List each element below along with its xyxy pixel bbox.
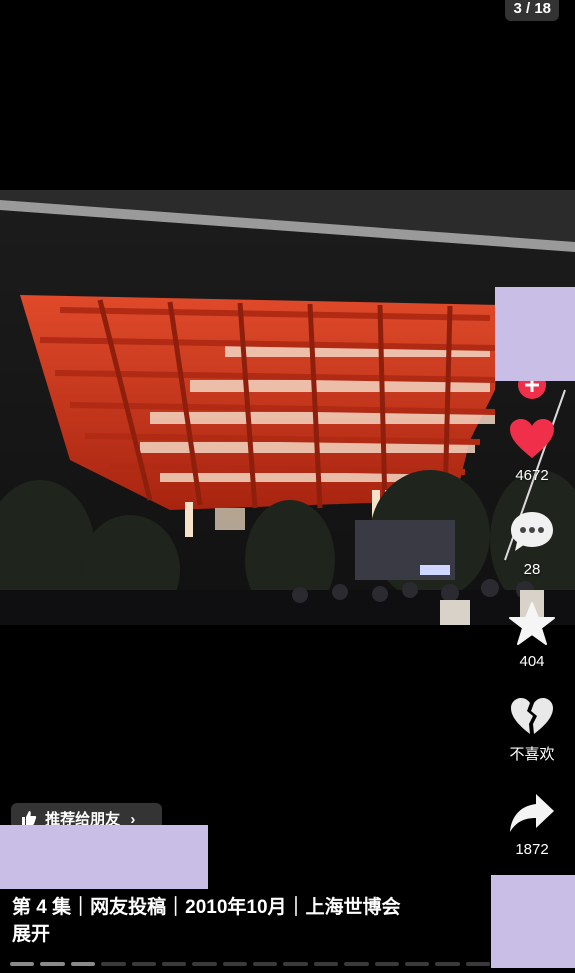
progress-segment: [253, 962, 278, 966]
favorite-button[interactable]: 404: [497, 602, 567, 670]
star-icon: [509, 602, 555, 645]
redaction-mask-left: [0, 825, 208, 889]
image-progress-indicator: [10, 962, 490, 966]
page-counter: 3 / 18: [505, 0, 559, 21]
comment-count: 28: [523, 561, 541, 578]
china-pavilion-night-image: [0, 190, 575, 625]
share-arrow-icon: [510, 794, 554, 832]
favorite-count: 404: [519, 653, 545, 670]
progress-segment: [283, 962, 308, 966]
progress-segment: [131, 962, 156, 966]
progress-segment: [222, 962, 247, 966]
progress-segment: [10, 962, 35, 966]
post-photo[interactable]: [0, 190, 575, 625]
progress-segment: [161, 962, 187, 966]
thumbs-up-icon: [22, 811, 37, 825]
progress-segment: [344, 962, 369, 966]
progress-segment: [465, 962, 490, 966]
comment-bubble-icon: [511, 512, 553, 551]
caption-text: 第 4 集｜网友投稿｜2010年10月｜上海世博会: [12, 897, 401, 918]
like-count: 4672: [515, 467, 549, 484]
heart-icon: [510, 419, 554, 458]
progress-segment: [101, 962, 126, 966]
progress-segment: [70, 962, 96, 966]
redaction-mask-top-right: [495, 287, 575, 381]
expand-caption-link[interactable]: 展开: [12, 921, 482, 948]
dislike-button[interactable]: 不喜欢: [497, 696, 567, 764]
progress-segment: [374, 962, 399, 966]
dislike-label: 不喜欢: [509, 746, 555, 763]
like-button[interactable]: 4672: [497, 418, 567, 484]
share-count: 1872: [515, 841, 549, 858]
progress-segment: [40, 962, 65, 966]
broken-heart-icon: [511, 698, 553, 734]
progress-segment: [404, 962, 430, 966]
share-button[interactable]: 1872: [497, 792, 567, 858]
action-rail: 4672 28 404 不喜欢 1872: [497, 370, 567, 880]
progress-segment: [192, 962, 217, 966]
progress-segment: [313, 962, 339, 966]
redaction-mask-bottom-right: [491, 875, 575, 968]
comment-button[interactable]: 28: [497, 510, 567, 578]
progress-segment: [435, 962, 460, 966]
post-caption: 第 4 集｜网友投稿｜2010年10月｜上海世博会 展开: [12, 894, 482, 948]
